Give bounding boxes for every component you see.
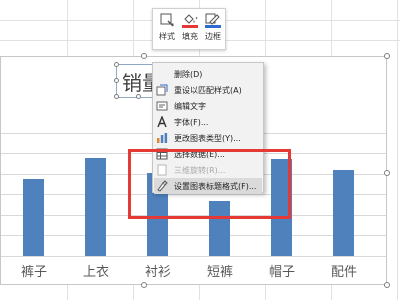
chart-resize-handle[interactable] [141,282,147,288]
pen-outline-icon [205,13,221,28]
grid-column-line [397,0,398,300]
border-button-label: 边框 [205,32,221,41]
bar-裤子[interactable] [23,179,44,256]
menu-item-change-chart-type[interactable]: 更改图表类型(Y)... [154,130,262,146]
category-label: 上衣 [82,265,109,280]
gridline [1,256,386,257]
chart-resize-handle[interactable] [384,282,390,288]
title-resize-handle[interactable] [114,78,119,83]
title-resize-handle[interactable] [114,94,119,99]
mini-toolbar: 样式 填充 边框 [152,8,226,50]
menu-item-label: 删除(D) [174,69,203,79]
border-button[interactable]: 边框 [202,12,224,48]
style-button-label: 样式 [159,32,175,41]
reset-style-icon [154,82,170,98]
menu-item-label: 编辑文字 [174,101,206,111]
category-label: 裤子 [20,265,47,280]
menu-item-delete[interactable]: 删除(D) [154,66,262,82]
category-label: 衬衫 [144,265,171,280]
bar-上衣[interactable] [85,158,106,256]
chart-type-icon [154,130,170,146]
highlight-annotation-box [128,149,291,219]
fill-color-swatch [182,25,198,28]
edit-text-icon [154,98,170,114]
chart-resize-handle[interactable] [384,170,390,176]
font-icon [154,114,170,130]
chart-resize-handle[interactable] [384,53,390,59]
category-label: 短裤 [206,265,233,280]
fill-button-label: 填充 [182,32,198,41]
category-label: 配件 [330,265,357,280]
gridline [1,235,386,236]
border-color-swatch [205,25,221,28]
menu-item-reset-style[interactable]: 重设以匹配样式(A) [154,82,262,98]
chart-resize-handle[interactable] [141,53,147,59]
menu-item-label: 重设以匹配样式(A) [174,85,242,95]
title-resize-handle[interactable] [136,94,141,99]
spreadsheet-canvas: 裤子 上衣 衬衫 短裤 帽子 配件 销量 样式 填充 边框 删除(D) 重设以匹… [0,0,400,300]
style-button[interactable]: 样式 [156,12,178,48]
menu-item-font[interactable]: 字体(F)... [154,114,262,130]
title-resize-handle[interactable] [114,62,119,67]
menu-item-edit-text[interactable]: 编辑文字 [154,98,262,114]
menu-item-label: 字体(F)... [174,117,209,127]
paint-bucket-icon [182,14,198,28]
bar-配件[interactable] [333,170,354,256]
delete-icon [154,66,170,82]
menu-item-label: 更改图表类型(Y)... [174,133,241,143]
fill-button[interactable]: 填充 [179,12,201,48]
category-label: 帽子 [268,265,295,280]
chart-style-icon [160,13,174,27]
